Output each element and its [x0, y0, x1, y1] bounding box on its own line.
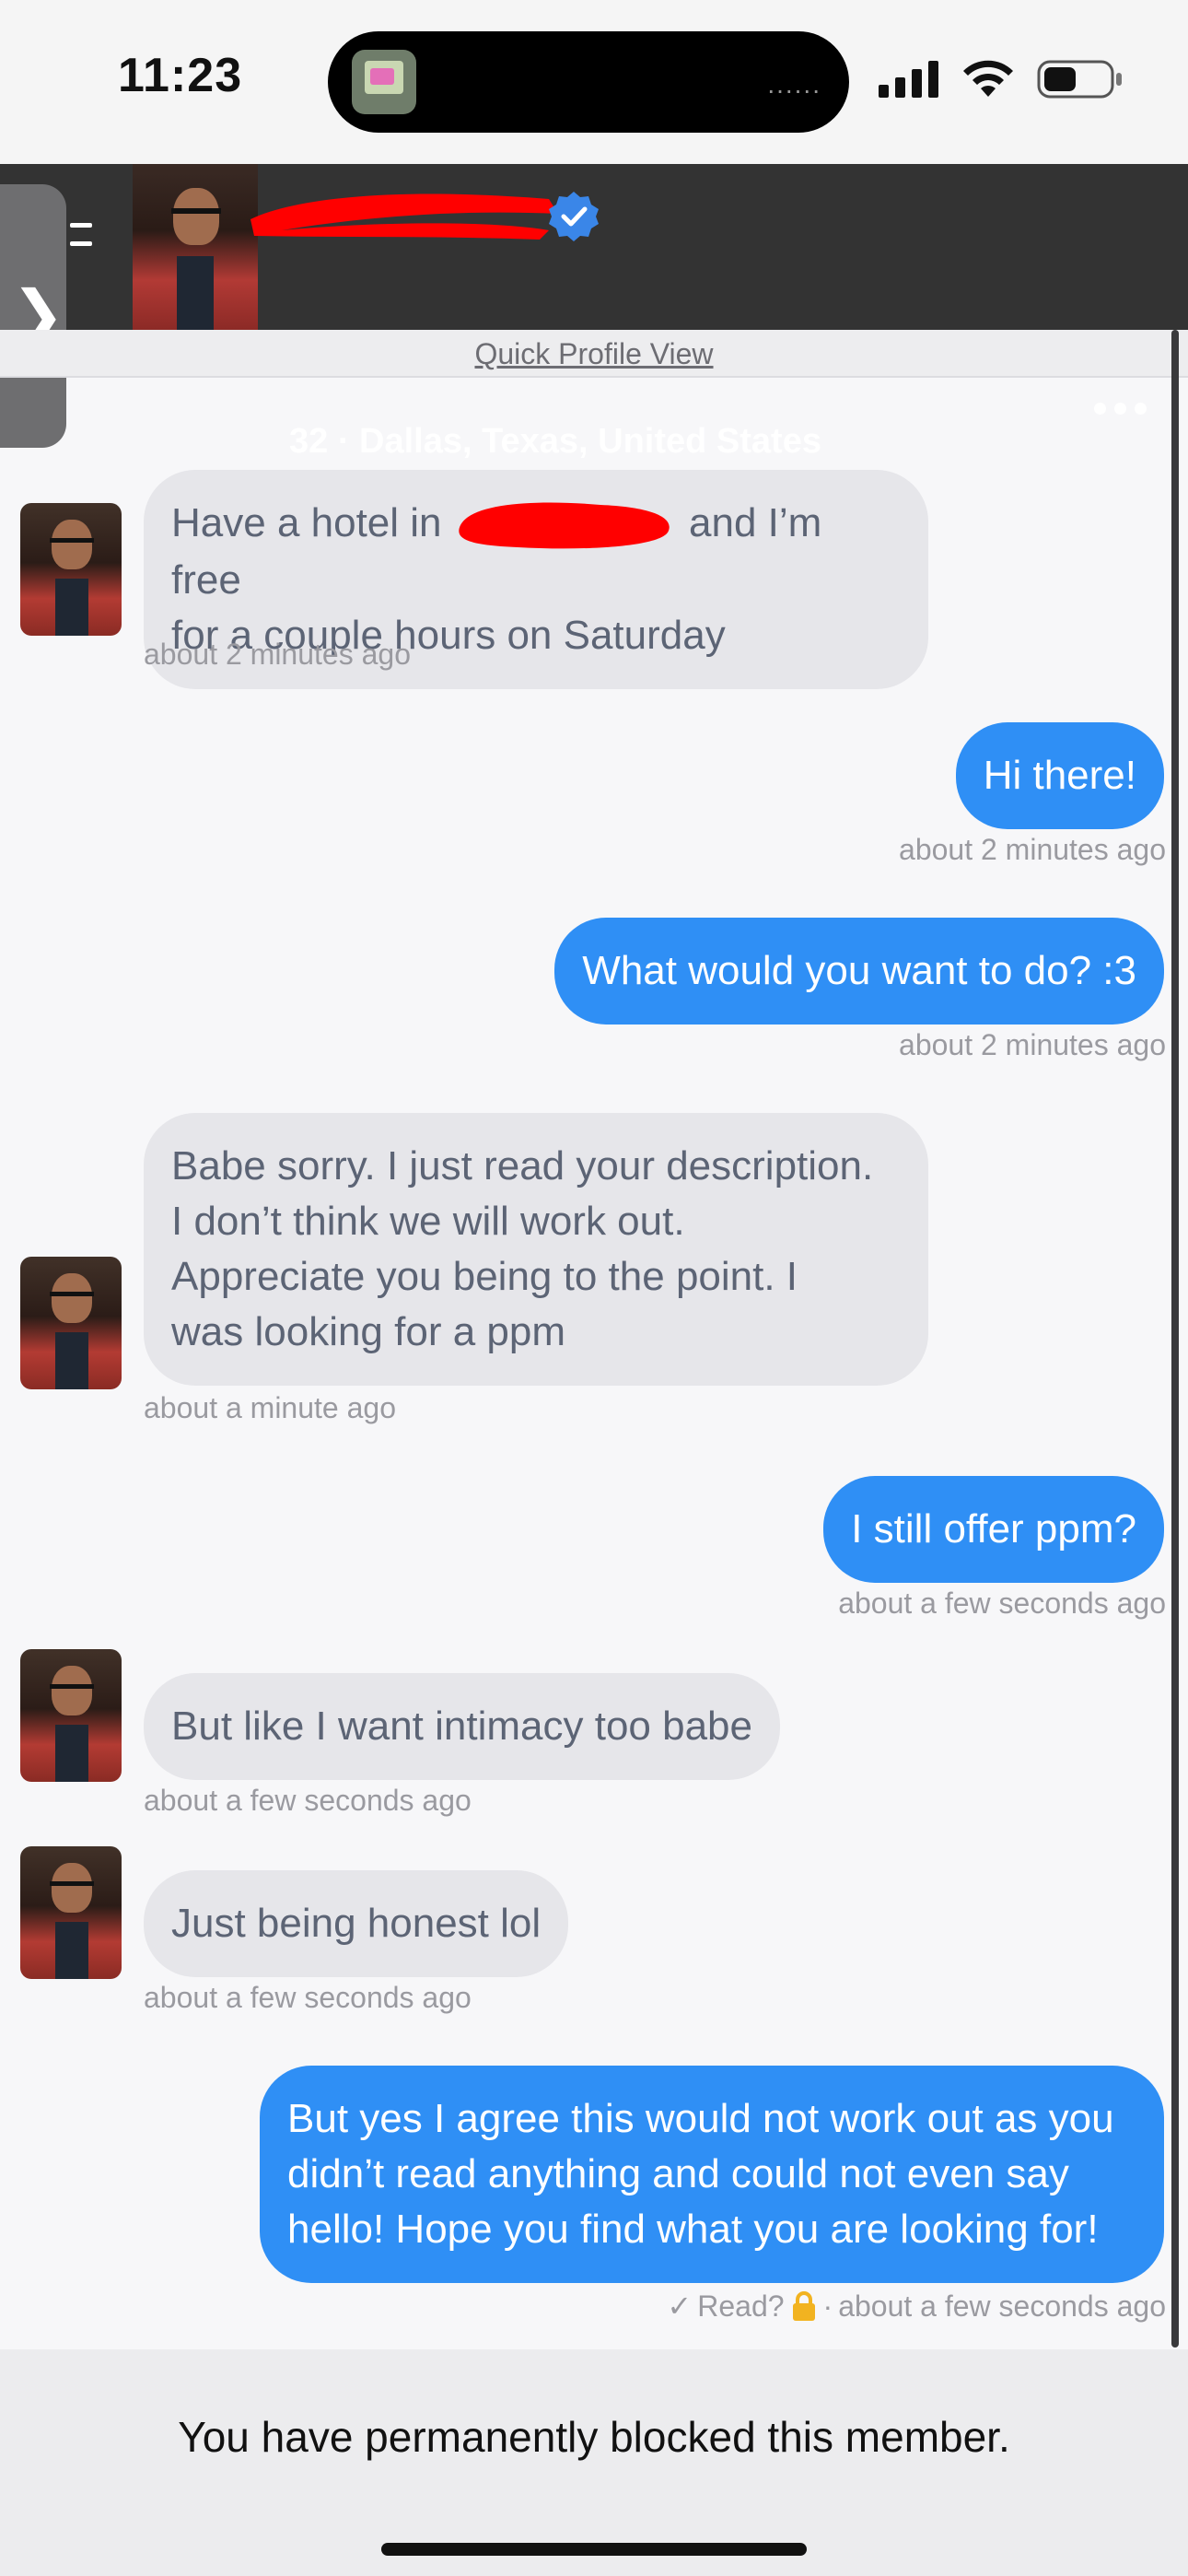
message-timestamp: about 2 minutes ago [144, 638, 411, 671]
message-text: I still offer ppm? [851, 1506, 1136, 1551]
more-dot [1114, 402, 1126, 415]
profile-location: 32 · Dallas, Texas, United States [289, 422, 821, 461]
island-dots: ...... [767, 70, 821, 99]
message-text-line: hello! Hope you find what you are lookin… [287, 2207, 1099, 2252]
message-timestamp: about 2 minutes ago [899, 1028, 1166, 1061]
avatar-glasses [50, 1881, 94, 1891]
lock-icon[interactable] [790, 2290, 818, 2322]
message-text: But like I want intimacy too babe [171, 1704, 752, 1749]
message-bubble-incoming[interactable]: But like I want intimacy too babe [144, 1673, 780, 1780]
sender-avatar[interactable] [20, 1649, 122, 1782]
message-text: Have a hotel in [171, 500, 442, 545]
blocked-notice-bar: You have permanently blocked this member… [0, 2349, 1188, 2576]
message-text-line: was looking for a ppm [171, 1309, 565, 1354]
status-time: 11:23 [118, 49, 243, 102]
avatar-glasses [171, 208, 221, 214]
message-bubble-outgoing[interactable]: What would you want to do? :3 [554, 918, 1164, 1025]
message-timestamp: about a few seconds ago [838, 2289, 1166, 2323]
avatar-shirt [55, 1332, 88, 1389]
menu-line [70, 241, 92, 246]
message-text-line: I don’t think we will work out. [171, 1199, 685, 1244]
read-separator: · [822, 2289, 833, 2323]
avatar-shirt [55, 579, 88, 636]
message-timestamp: about 2 minutes ago [899, 833, 1166, 866]
scrollbar[interactable] [1171, 330, 1179, 2348]
avatar-shirt [177, 256, 214, 330]
status-icons [879, 55, 1124, 103]
quick-profile-view-link[interactable]: Quick Profile View [474, 337, 713, 370]
sender-avatar[interactable] [20, 1257, 122, 1389]
verified-icon [549, 192, 599, 241]
wifi-icon [963, 60, 1013, 97]
message-bubble-outgoing[interactable]: But yes I agree this would not work out … [260, 2066, 1164, 2283]
message-text-line: But yes I agree this would not work out … [287, 2096, 1114, 2141]
side-panel-toggle[interactable]: ❯ [0, 184, 66, 448]
message-bubble-outgoing[interactable]: Hi there! [955, 722, 1164, 829]
battery-icon [1037, 60, 1122, 99]
header-profile-avatar[interactable] [133, 164, 258, 330]
message-text-line: Babe sorry. I just read your description… [171, 1143, 874, 1188]
avatar-glasses [50, 538, 94, 547]
menu-icon[interactable] [70, 210, 94, 265]
sender-avatar[interactable] [20, 503, 122, 636]
status-bar: 11:23 ...... [0, 0, 1188, 164]
redacted-location [453, 498, 678, 553]
conversation-header: 32 · Dallas, Texas, United States [0, 164, 1188, 461]
avatar-shirt [55, 1922, 88, 1979]
message-bubble-incoming[interactable]: Babe sorry. I just read your description… [144, 1113, 928, 1386]
message-timestamp: about a few seconds ago [144, 1981, 472, 2014]
message-text: Hi there! [983, 753, 1136, 798]
dynamic-island[interactable]: ...... [328, 31, 849, 133]
message-text-line: didn’t read anything and could not even … [287, 2151, 1069, 2196]
avatar-glasses [50, 1684, 94, 1693]
menu-line [70, 223, 92, 228]
read-label[interactable]: Read? [697, 2289, 784, 2324]
message-text: Just being honest lol [171, 1901, 542, 1946]
more-dot [1135, 402, 1147, 415]
cellular-signal-icon [879, 61, 938, 98]
home-indicator[interactable] [381, 2543, 807, 2556]
quick-profile-bar: Quick Profile View [0, 330, 1188, 378]
avatar-face [173, 188, 219, 245]
more-dot [1094, 402, 1106, 415]
blocked-notice: You have permanently blocked this member… [178, 2413, 1010, 2461]
checkmark-icon: ✓ [667, 2289, 693, 2323]
message-bubble-outgoing[interactable]: I still offer ppm? [823, 1476, 1164, 1583]
message-timestamp: about a few seconds ago [838, 1587, 1166, 1620]
redacted-name [250, 193, 558, 240]
avatar-shirt [55, 1725, 88, 1782]
live-activity-app-icon[interactable] [352, 50, 416, 114]
message-bubble-incoming[interactable]: Just being honest lol [144, 1870, 569, 1977]
avatar-glasses [50, 1292, 94, 1301]
message-timestamp: about a minute ago [144, 1391, 396, 1424]
read-receipt: ✓ Read? · about a few seconds ago [667, 2289, 1166, 2324]
message-text: What would you want to do? :3 [582, 948, 1136, 993]
message-text-line: Appreciate you being to the point. I [171, 1254, 798, 1299]
message-timestamp: about a few seconds ago [144, 1784, 472, 1817]
more-options-icon[interactable] [1094, 394, 1149, 422]
sender-avatar[interactable] [20, 1846, 122, 1979]
